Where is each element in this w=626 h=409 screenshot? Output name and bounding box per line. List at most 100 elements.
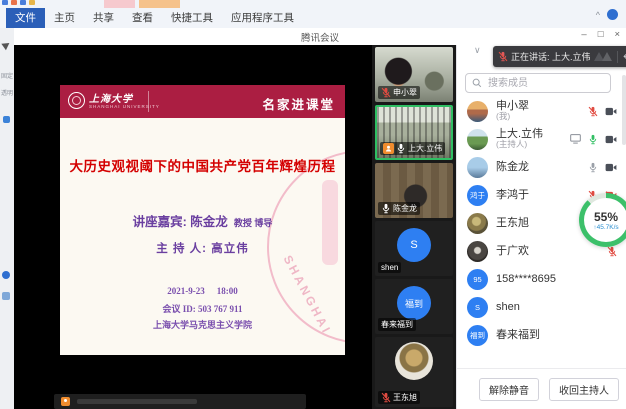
network-monitor-badge[interactable]: 55% ↑45.7K/s	[579, 193, 626, 247]
presentation-slide: 上海大学 SHANGHAI UNIVERSITY 名家进课堂 SHANGHAI …	[60, 85, 345, 355]
maximize-button[interactable]: □	[598, 29, 604, 40]
tile-name: 王东旭	[393, 392, 417, 403]
video-tile[interactable]: 上大.立伟	[375, 105, 453, 160]
avatar	[467, 157, 488, 178]
avatar	[467, 213, 488, 234]
video-tile[interactable]: 陈金龙	[375, 163, 453, 218]
avatar: 福到	[467, 325, 488, 346]
reply-arrow-icon[interactable]	[623, 53, 626, 61]
signal-icon	[602, 52, 612, 61]
participants-panel: ∨ 正在讲话: 上大.立伟 申小翠(我) 上大.立伟(主持人) 陈金龙鸿于 李鸿…	[456, 45, 626, 409]
collapse-ribbon-icon[interactable]: ^	[596, 10, 600, 20]
avatar	[467, 101, 488, 122]
ribbon-tab[interactable]: 快捷工具	[162, 8, 222, 28]
video-tile[interactable]: 福到春来福到	[375, 279, 453, 334]
university-name: 上海大学	[89, 90, 133, 105]
participant-status-icons	[570, 134, 617, 145]
participant-name: 陈金龙	[496, 161, 529, 173]
participant-name: 王东旭	[496, 217, 529, 229]
cursor-icon	[1, 40, 11, 51]
panel-collapse-icon[interactable]: ∨	[474, 45, 481, 56]
mic-on-icon	[588, 134, 598, 145]
camera-icon	[605, 163, 617, 172]
tile-name: 上大.立伟	[408, 143, 442, 154]
university-logo-icon	[68, 92, 85, 109]
host-badge-icon	[383, 143, 394, 154]
minimize-button[interactable]: –	[581, 29, 586, 40]
university-name-en: SHANGHAI UNIVERSITY	[89, 104, 160, 109]
participant-status-icons	[588, 162, 617, 173]
search-icon	[472, 78, 482, 88]
close-button[interactable]: ×	[614, 29, 620, 40]
avatar: 鸿于	[467, 185, 488, 206]
tile-label: shen	[378, 262, 401, 273]
participant-name: 于广欢	[496, 245, 529, 257]
share-status-text	[77, 399, 197, 404]
lecture-series-name: 名家进课堂	[262, 94, 335, 113]
avatar	[395, 342, 433, 380]
avatar: 福到	[397, 286, 431, 320]
participant-role: (我)	[496, 112, 529, 121]
mic-icon	[381, 203, 391, 214]
avatar: S	[397, 228, 431, 262]
qat-icon[interactable]	[20, 0, 26, 5]
tile-label: 春来福到	[378, 318, 416, 331]
participant-row[interactable]: 上大.立伟(主持人)	[457, 125, 626, 153]
video-tile[interactable]: Sshen	[375, 221, 453, 276]
video-tile[interactable]: 王东旭	[375, 337, 453, 407]
participant-row[interactable]: 福到 春来福到	[457, 321, 626, 349]
reclaim-host-button[interactable]: 收回主持人	[549, 378, 619, 401]
participant-row[interactable]: 95 158****8695	[457, 265, 626, 293]
participant-name: shen	[496, 301, 520, 313]
upload-speed: ↑45.7K/s	[593, 224, 618, 231]
meeting-id: 会议 ID: 503 767 911	[60, 302, 345, 315]
guest-titles: 教授 博导	[234, 218, 273, 228]
tile-name: 陈金龙	[393, 203, 417, 214]
mic-off-icon	[498, 51, 508, 62]
tile-name: 春来福到	[381, 319, 413, 330]
mic-off-icon	[607, 246, 617, 257]
search-input[interactable]	[486, 77, 604, 90]
participant-status-icons	[588, 106, 617, 117]
tile-label: 上大.立伟	[380, 142, 445, 155]
panel-footer: 解除静音收回主持人	[457, 368, 626, 409]
participant-row[interactable]: 申小翠(我)	[457, 97, 626, 125]
video-tile[interactable]: 申小翠	[375, 47, 453, 102]
cpu-percent: 55%	[594, 210, 618, 224]
tool-icon[interactable]	[2, 271, 10, 279]
scrollbar-thumb[interactable]	[622, 75, 626, 145]
tile-label: 王东旭	[378, 391, 420, 404]
ribbon-tabs: 文件主页共享查看快捷工具应用程序工具	[6, 8, 303, 28]
participant-name: 李鸿于	[496, 189, 529, 201]
participant-row[interactable]: 陈金龙	[457, 153, 626, 181]
participant-name: 春来福到	[496, 329, 540, 341]
avatar	[467, 129, 488, 150]
participant-name: 158****8695	[496, 273, 556, 285]
ribbon-tab[interactable]: 共享	[84, 8, 123, 28]
unmute-button[interactable]: 解除静音	[479, 378, 539, 401]
qat-icon[interactable]	[29, 0, 35, 5]
transparency-label: 透明	[1, 90, 13, 98]
speaking-toast: 正在讲话: 上大.立伟	[493, 46, 626, 67]
lecture-datetime: 2021-9-2318:00	[60, 286, 345, 296]
tool-icon[interactable]	[2, 292, 10, 300]
ribbon-tab[interactable]: 主页	[45, 8, 84, 28]
qat-icon[interactable]	[2, 0, 8, 5]
camera-icon	[605, 107, 617, 116]
help-icon[interactable]	[607, 9, 618, 20]
qat-icon[interactable]	[11, 0, 17, 5]
search-box[interactable]	[465, 73, 611, 93]
participant-row[interactable]: S shen	[457, 293, 626, 321]
tool-icon[interactable]	[3, 116, 10, 123]
ribbon-tab[interactable]: 文件	[6, 8, 45, 28]
ribbon-tab[interactable]: 查看	[123, 8, 162, 28]
lecture-title: 大历史观视阈下的中国共产党百年辉煌历程	[60, 155, 345, 175]
quick-access-toolbar[interactable]	[2, 0, 35, 5]
contextual-tab-highlight	[104, 0, 135, 8]
video-tiles-column: 申小翠上大.立伟陈金龙Sshen福到春来福到王东旭	[372, 45, 456, 409]
background-app-ribbon: 文件主页共享查看快捷工具应用程序工具 ^	[0, 0, 626, 29]
ribbon-tab[interactable]: 应用程序工具	[222, 8, 303, 28]
avatar	[467, 241, 488, 262]
organizer: 上海大学马克思主义学院	[60, 318, 345, 331]
meeting-window: 腾讯会议 – □ × 上海大学 SHANGHAI UNIVERSITY 名家进课…	[14, 28, 626, 409]
